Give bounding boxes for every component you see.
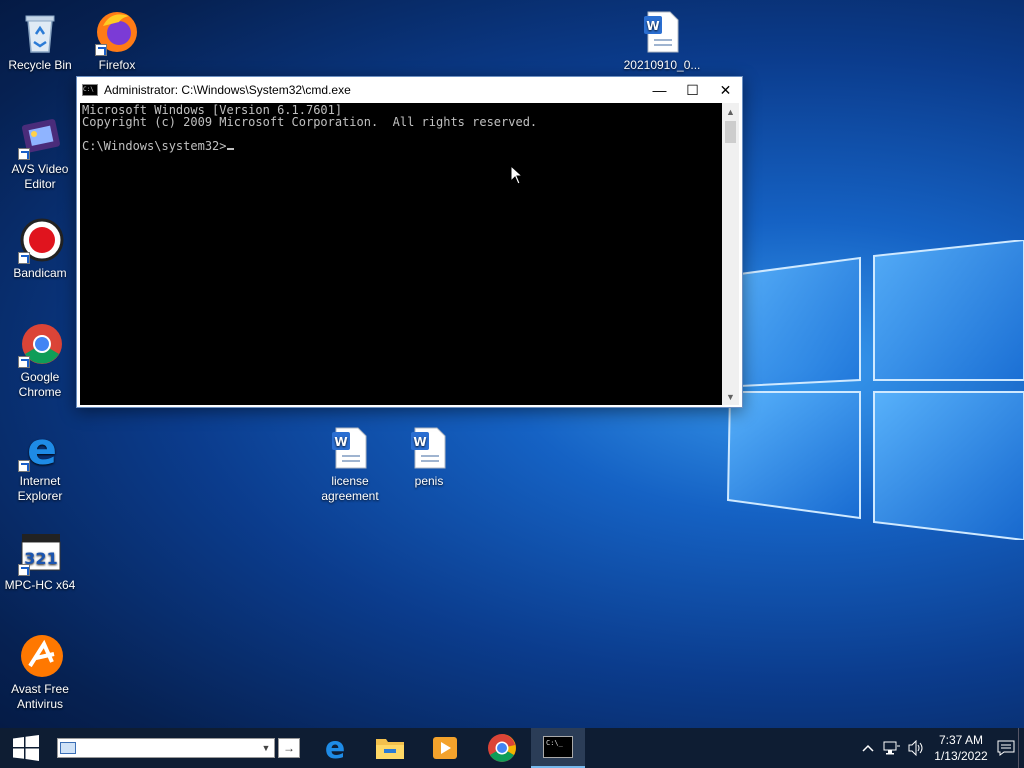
console-prompt: C:\Windows\system32> bbox=[82, 139, 227, 153]
shortcut-arrow-icon bbox=[18, 564, 30, 576]
desktop-icon-firefox[interactable]: Firefox bbox=[77, 8, 157, 73]
shortcut-arrow-icon bbox=[18, 252, 30, 264]
desktop-icon-label: AVS Video Editor bbox=[11, 162, 69, 191]
word-document-icon: W bbox=[326, 424, 374, 472]
svg-text:e: e bbox=[27, 424, 57, 472]
taskbar-app-chrome[interactable] bbox=[475, 728, 529, 768]
desktop-icon-label: Bandicam bbox=[13, 266, 67, 280]
clock-date: 1/13/2022 bbox=[934, 749, 988, 763]
chrome-icon bbox=[488, 734, 516, 762]
window-title: Administrator: C:\Windows\System32\cmd.e… bbox=[104, 83, 351, 97]
start-button[interactable] bbox=[0, 728, 52, 768]
desktop-icon-mpc-hc[interactable]: 321 MPC-HC x64 bbox=[0, 528, 80, 593]
media-player-icon bbox=[433, 737, 457, 759]
desktop-icon-recycle-bin[interactable]: Recycle Bin bbox=[0, 8, 80, 73]
console-line: Copyright (c) 2009 Microsoft Corporation… bbox=[82, 115, 538, 129]
address-toolbar: ▼ → bbox=[57, 737, 300, 759]
desktop-icon-label: Avast Free Antivirus bbox=[11, 682, 69, 711]
network-icon[interactable] bbox=[880, 728, 904, 768]
clock[interactable]: 7:37 AM 1/13/2022 bbox=[928, 732, 994, 764]
cmd-icon: C:\_ bbox=[543, 736, 573, 758]
windows-logo-icon bbox=[13, 735, 39, 761]
go-button[interactable]: → bbox=[278, 738, 300, 758]
wallpaper-windows-logo bbox=[726, 240, 1024, 540]
address-input[interactable]: ▼ bbox=[57, 738, 275, 758]
desktop-icon-avast[interactable]: Avast Free Antivirus bbox=[0, 632, 80, 712]
taskbar-app-cmd[interactable]: C:\_ bbox=[531, 728, 585, 768]
cmd-icon: C:\ bbox=[82, 84, 98, 96]
desktop-icon-word-document[interactable]: W 20210910_0... bbox=[622, 8, 702, 73]
system-tray: 7:37 AM 1/13/2022 bbox=[856, 728, 1024, 768]
recycle-bin-icon bbox=[16, 8, 64, 56]
maximize-button[interactable]: ☐ bbox=[676, 77, 709, 103]
desktop-icon-label: Recycle Bin bbox=[8, 58, 72, 72]
svg-text:W: W bbox=[334, 435, 347, 449]
cmd-titlebar[interactable]: C:\ Administrator: C:\Windows\System32\c… bbox=[77, 77, 742, 103]
console-output[interactable]: Microsoft Windows [Version 6.1.7601] Copy… bbox=[80, 103, 722, 405]
chrome-icon bbox=[16, 320, 64, 368]
desktop-icon-bandicam[interactable]: Bandicam bbox=[0, 216, 80, 281]
svg-text:W: W bbox=[646, 19, 659, 33]
taskbar-app-edge[interactable]: e bbox=[308, 728, 362, 768]
shortcut-arrow-icon bbox=[18, 460, 30, 472]
desktop-icon-label: penis bbox=[414, 474, 444, 488]
shortcut-arrow-icon bbox=[95, 44, 107, 56]
avast-icon bbox=[16, 632, 64, 680]
desktop-icon-avs-video-editor[interactable]: AVS Video Editor bbox=[0, 112, 80, 192]
action-center-icon[interactable] bbox=[994, 728, 1018, 768]
scroll-up-icon[interactable]: ▲ bbox=[722, 103, 739, 120]
close-button[interactable]: ✕ bbox=[709, 77, 742, 103]
firefox-icon bbox=[93, 8, 141, 56]
mouse-pointer-icon bbox=[510, 165, 524, 185]
desktop-icon-label: Internet Explorer bbox=[17, 474, 63, 503]
word-document-icon: W bbox=[405, 424, 453, 472]
desktop-icon-internet-explorer[interactable]: e Internet Explorer bbox=[0, 424, 80, 504]
taskbar-app-media-player[interactable] bbox=[418, 728, 472, 768]
shortcut-arrow-icon bbox=[18, 148, 30, 160]
desktop-icon-label: MPC-HC x64 bbox=[4, 578, 76, 592]
word-document-icon: W bbox=[638, 8, 686, 56]
taskbar: ▼ → e C:\_ 7:37 AM 1/13/2022 bbox=[0, 728, 1024, 768]
shortcut-arrow-icon bbox=[18, 356, 30, 368]
volume-icon[interactable] bbox=[904, 728, 928, 768]
desktop-icon-license-agreement[interactable]: W license agreement bbox=[310, 424, 390, 504]
svg-text:e: e bbox=[325, 734, 345, 762]
scroll-down-icon[interactable]: ▼ bbox=[722, 388, 739, 405]
scrollbar-thumb[interactable] bbox=[725, 121, 736, 143]
desktop-icon-label: license agreement bbox=[321, 474, 379, 503]
chevron-down-icon[interactable]: ▼ bbox=[258, 743, 274, 753]
taskbar-app-file-explorer[interactable] bbox=[363, 728, 417, 768]
address-page-icon bbox=[60, 742, 76, 754]
edge-icon: e bbox=[325, 734, 345, 762]
vertical-scrollbar[interactable]: ▲ ▼ bbox=[722, 103, 739, 405]
cmd-icon-text: C:\_ bbox=[546, 739, 564, 747]
chevron-up-icon[interactable] bbox=[856, 728, 880, 768]
film-strip-icon bbox=[16, 112, 64, 160]
svg-text:W: W bbox=[413, 435, 426, 449]
desktop-icon-label: 20210910_0... bbox=[623, 58, 701, 72]
minimize-button[interactable]: — bbox=[643, 77, 676, 103]
desktop-icon-penis-document[interactable]: W penis bbox=[389, 424, 469, 489]
console-prompt-line[interactable]: C:\Windows\system32> bbox=[82, 140, 720, 152]
clock-time: 7:37 AM bbox=[938, 733, 984, 747]
cmd-window[interactable]: C:\ Administrator: C:\Windows\System32\c… bbox=[76, 76, 743, 408]
text-cursor bbox=[226, 148, 234, 150]
desktop-icon-google-chrome[interactable]: Google Chrome bbox=[0, 320, 80, 400]
record-icon bbox=[16, 216, 64, 264]
clapperboard-icon: 321 bbox=[16, 528, 64, 576]
show-desktop-button[interactable] bbox=[1018, 728, 1024, 768]
desktop-icon-label: Google Chrome bbox=[18, 370, 62, 399]
file-explorer-icon bbox=[376, 739, 404, 759]
internet-explorer-icon: e bbox=[16, 424, 64, 475]
desktop-icon-label: Firefox bbox=[98, 58, 136, 72]
